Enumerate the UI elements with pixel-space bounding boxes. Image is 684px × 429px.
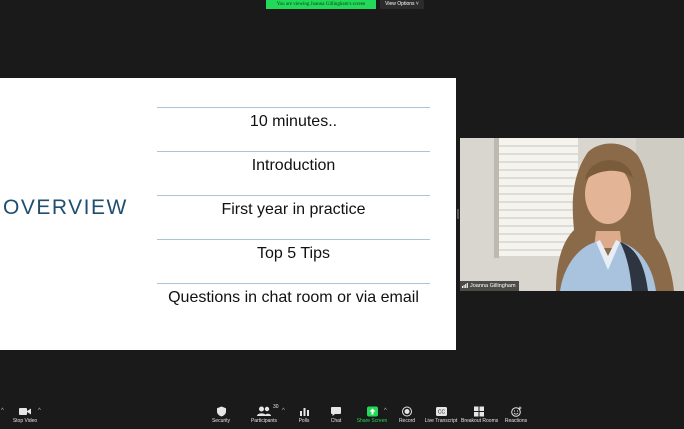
participants-button[interactable]: 30 Participants xyxy=(248,404,280,424)
breakout-rooms-button[interactable]: Breakout Rooms xyxy=(461,406,499,424)
polls-button[interactable]: Polls xyxy=(294,406,314,424)
polls-label: Polls xyxy=(298,418,310,424)
stop-video-button[interactable]: Stop Video xyxy=(10,406,40,424)
panel-resize-handle[interactable] xyxy=(457,209,459,219)
security-label: Security xyxy=(211,418,231,424)
reactions-smiley-icon xyxy=(510,406,521,417)
participant-name-tag: Joanna Gillingham xyxy=(460,281,519,291)
slide-divider xyxy=(157,283,430,284)
participant-name: Joanna Gillingham xyxy=(470,283,516,289)
chat-button[interactable]: Chat xyxy=(326,406,346,424)
reactions-label: Reactions xyxy=(504,418,528,424)
record-icon xyxy=(402,406,412,417)
audio-options-caret[interactable]: ^ xyxy=(1,408,4,414)
share-screen-icon xyxy=(366,406,378,417)
video-options-caret[interactable]: ^ xyxy=(38,408,41,414)
reactions-button[interactable]: Reactions xyxy=(503,406,529,424)
record-label: Record xyxy=(398,418,416,424)
participant-video[interactable]: Joanna Gillingham xyxy=(460,138,684,291)
live-transcript-button[interactable]: CC Live Transcript xyxy=(424,406,458,424)
chat-icon xyxy=(331,407,341,416)
slide-divider xyxy=(157,107,430,108)
share-screen-label: Share Screen xyxy=(356,418,388,424)
viewing-banner: You are viewing Joanna Gillingham's scre… xyxy=(266,0,376,9)
slide-bullet: First year in practice xyxy=(221,201,366,218)
shield-icon xyxy=(216,406,226,417)
security-button[interactable]: Security xyxy=(207,406,235,424)
signal-strength-icon xyxy=(462,283,468,289)
participants-label: Participants xyxy=(250,418,278,424)
participants-icon xyxy=(257,406,271,416)
video-camera-icon xyxy=(19,408,31,415)
participants-count: 30 xyxy=(273,404,279,410)
slide-bullet: 10 minutes.. xyxy=(249,113,338,130)
slide-bullet: Top 5 Tips xyxy=(257,245,330,262)
closed-captions-icon: CC xyxy=(435,407,447,416)
breakout-rooms-label: Breakout Rooms xyxy=(461,418,499,424)
view-options-button[interactable]: View Options ˅ xyxy=(380,0,424,9)
chat-label: Chat xyxy=(330,418,342,424)
participants-options-caret[interactable]: ^ xyxy=(282,408,285,414)
stop-video-label: Stop Video xyxy=(12,418,38,424)
shared-slide: OVERVIEW 10 minutes.. Introduction First… xyxy=(0,78,456,350)
slide-divider xyxy=(157,239,430,240)
polls-icon xyxy=(299,408,309,416)
slide-bullet: Questions in chat room or via email xyxy=(168,289,419,306)
svg-text:CC: CC xyxy=(437,410,445,416)
share-options-caret[interactable]: ^ xyxy=(384,408,387,414)
slide-divider xyxy=(157,195,430,196)
slide-title: OVERVIEW xyxy=(3,196,128,219)
record-button[interactable]: Record xyxy=(396,406,418,424)
breakout-rooms-icon xyxy=(474,406,484,417)
live-transcript-label: Live Transcript xyxy=(424,418,458,424)
video-frame xyxy=(460,138,684,291)
slide-divider xyxy=(157,151,430,152)
slide-bullet: Introduction xyxy=(251,157,336,174)
